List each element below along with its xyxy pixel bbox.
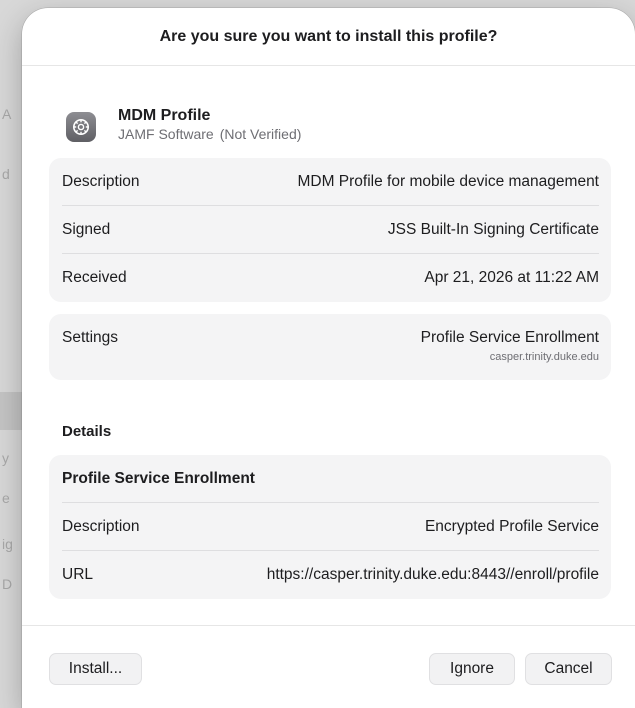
profile-publisher: JAMF Software bbox=[118, 126, 214, 142]
info-label: Description bbox=[62, 172, 140, 190]
install-profile-dialog: Are you sure you want to install this pr… bbox=[22, 8, 635, 708]
background-text: D bbox=[2, 576, 13, 592]
profile-name: MDM Profile bbox=[118, 107, 211, 124]
verification-status: (Not Verified) bbox=[219, 126, 302, 142]
info-row-description: Description MDM Profile for mobile devic… bbox=[62, 158, 599, 206]
background-text: y bbox=[2, 450, 9, 466]
info-row-received: Received Apr 21, 2026 at 11:22 AM bbox=[62, 254, 599, 302]
info-row-signed: Signed JSS Built-In Signing Certificate bbox=[62, 206, 599, 254]
details-label: Description bbox=[62, 517, 140, 535]
profile-publisher-line: JAMF Software (Not Verified) bbox=[118, 125, 301, 143]
info-label: Received bbox=[62, 269, 127, 286]
profile-header: MDM Profile JAMF Software (Not Verified) bbox=[66, 106, 301, 143]
info-value: JSS Built-In Signing Certificate bbox=[387, 220, 599, 238]
details-card: Profile Service Enrollment Description E… bbox=[49, 455, 611, 599]
background-text: e bbox=[2, 490, 10, 506]
details-value: Encrypted Profile Service bbox=[424, 517, 599, 535]
details-heading: Details bbox=[62, 423, 112, 440]
ignore-button[interactable]: Ignore bbox=[429, 653, 515, 685]
details-row-url: URL https://casper.trinity.duke.edu:8443… bbox=[62, 551, 599, 599]
install-button[interactable]: Install... bbox=[49, 653, 142, 685]
settings-label: Settings bbox=[62, 329, 119, 346]
details-value: https://casper.trinity.duke.edu:8443//en… bbox=[266, 566, 599, 583]
dialog-title: Are you sure you want to install this pr… bbox=[159, 27, 498, 45]
settings-card: Settings Profile Service Enrollment casp… bbox=[49, 314, 611, 380]
info-label: Signed bbox=[62, 220, 111, 238]
background-text: A bbox=[2, 106, 12, 122]
dialog-header: Are you sure you want to install this pr… bbox=[22, 8, 635, 66]
settings-value: Profile Service Enrollment bbox=[420, 329, 599, 346]
settings-values: Profile Service Enrollment casper.trinit… bbox=[421, 329, 599, 363]
settings-row: Settings Profile Service Enrollment casp… bbox=[62, 314, 599, 380]
details-section-title-row: Profile Service Enrollment bbox=[62, 455, 599, 503]
background-selection-band bbox=[0, 392, 24, 430]
details-section-title: Profile Service Enrollment bbox=[62, 469, 255, 487]
settings-host: casper.trinity.duke.edu bbox=[489, 351, 599, 363]
cancel-button[interactable]: Cancel bbox=[525, 653, 612, 685]
dialog-footer: Install... Ignore Cancel bbox=[22, 625, 635, 708]
background-text: d bbox=[2, 166, 10, 182]
details-row-description: Description Encrypted Profile Service bbox=[62, 503, 599, 551]
background-text: ig bbox=[2, 536, 13, 552]
profile-info-card: Description MDM Profile for mobile devic… bbox=[49, 158, 611, 302]
details-label: URL bbox=[62, 566, 94, 583]
gear-icon bbox=[66, 111, 96, 142]
profile-text: MDM Profile JAMF Software (Not Verified) bbox=[118, 106, 301, 143]
info-value: MDM Profile for mobile device management bbox=[297, 172, 599, 190]
info-value: Apr 21, 2026 at 11:22 AM bbox=[424, 269, 599, 286]
